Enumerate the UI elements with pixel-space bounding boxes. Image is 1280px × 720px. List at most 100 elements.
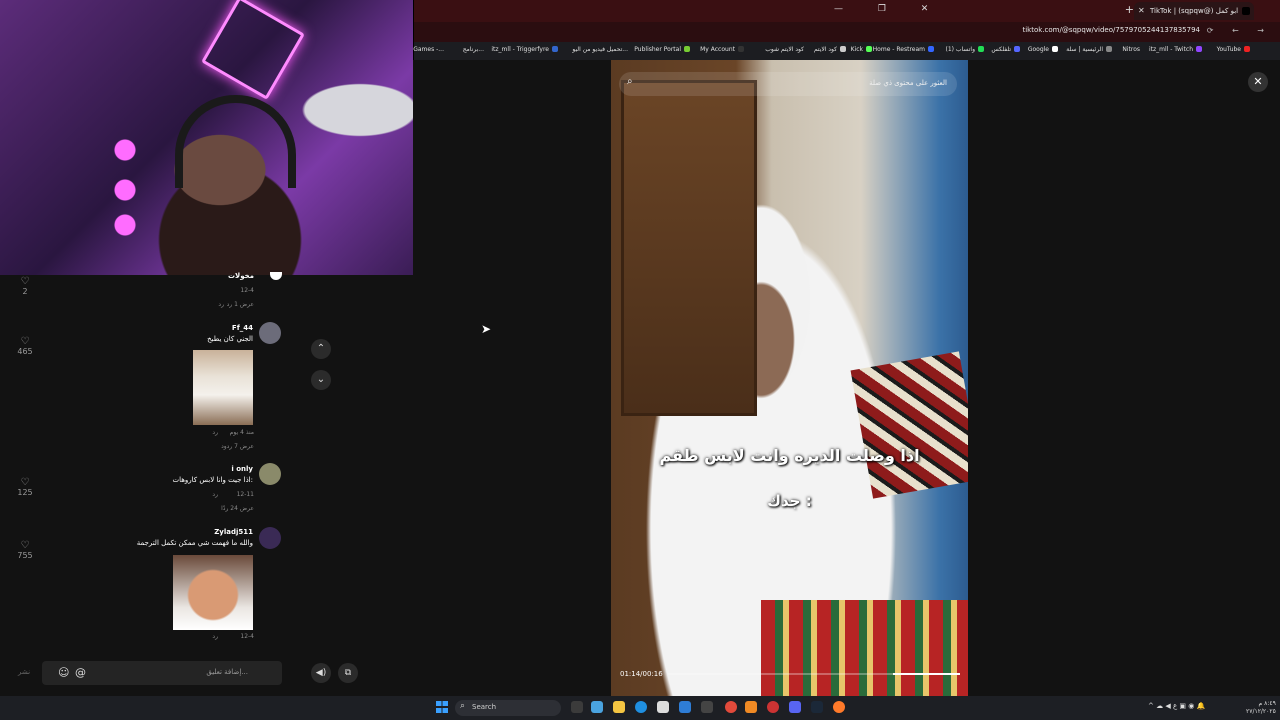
tiktok-icon xyxy=(1242,7,1250,15)
bookmark-my-account[interactable]: My Account xyxy=(700,46,744,53)
tab-title: TikTok | (sqpqw@) ابو كمل xyxy=(1150,7,1239,15)
edge-icon[interactable] xyxy=(635,701,647,713)
like-count: 465 xyxy=(17,347,33,356)
clock[interactable]: ٨:٤٩ م ٢٧/١٢/٢٠٢٥ xyxy=(1246,700,1276,716)
bookmark-salla[interactable]: الرئيسية | سلة xyxy=(1066,46,1112,53)
headset xyxy=(175,95,296,188)
related-search-input[interactable]: ⌕ العثور على محتوى ذي صلة xyxy=(619,72,957,96)
post-button[interactable]: نشر xyxy=(18,668,30,676)
app-icon[interactable] xyxy=(745,701,757,713)
mention-icon[interactable]: @ xyxy=(75,666,86,679)
app-icon[interactable] xyxy=(767,701,779,713)
comment-reply[interactable]: رد xyxy=(212,491,218,498)
mouse-cursor-icon: ➤ xyxy=(481,322,492,336)
taskbar-search[interactable] xyxy=(455,700,561,716)
url-field[interactable]: tiktok.com/@sqpqw/video/7579705244137835… xyxy=(1022,26,1200,34)
language-indicator[interactable]: ع xyxy=(1173,702,1177,710)
comment-reply[interactable]: رد xyxy=(212,633,218,640)
bookmark-restream[interactable]: Home - Restream xyxy=(873,46,934,53)
app-icon[interactable] xyxy=(833,701,845,713)
webcam-overlay xyxy=(0,0,413,275)
mini-player-button[interactable]: ⧉ xyxy=(338,663,358,683)
avatar[interactable] xyxy=(259,527,281,549)
comment-placeholder: إضافة تعليق... xyxy=(206,668,248,676)
bookmark-publisher-portal[interactable]: Publisher Portal xyxy=(634,46,690,53)
video-door xyxy=(621,80,757,416)
next-video-button[interactable]: ⌄ xyxy=(311,370,331,390)
comment-input[interactable]: إضافة تعليق... ☺ @ xyxy=(42,661,282,685)
bookmark-video-download[interactable]: تحميل فيديو من اليو... xyxy=(572,46,628,53)
heart-icon: ♡ xyxy=(20,540,30,551)
comment-reply[interactable]: رد xyxy=(212,429,218,436)
bookmark-triggerfyre[interactable]: itz_mll - Triggerfyre xyxy=(491,46,558,53)
discord-icon[interactable] xyxy=(789,701,801,713)
heart-icon: ♡ xyxy=(20,276,30,287)
like-button[interactable]: ♡ 755 xyxy=(10,540,40,560)
like-button[interactable]: ♡ 2 xyxy=(10,276,40,296)
bookmark-kick[interactable]: Kick xyxy=(851,46,872,53)
avatar[interactable] xyxy=(259,463,281,485)
view-replies[interactable]: عرض 24 ردًا xyxy=(221,505,254,512)
comment-author[interactable]: Zyladj511 xyxy=(214,528,253,536)
video-pillow xyxy=(850,351,968,499)
bookmark-telfix[interactable]: تلفلكس xyxy=(991,46,1020,53)
comment-author[interactable]: Ff_44 xyxy=(232,324,253,332)
comment-image[interactable] xyxy=(173,555,253,630)
bookmark-nitros[interactable]: Nitros xyxy=(1122,46,1140,53)
close-icon: ✕ xyxy=(1253,75,1263,88)
comment-text: والله ما فهمت شي ممكن تكمل الترجمة xyxy=(136,539,253,547)
chrome-icon[interactable] xyxy=(725,701,737,713)
settings-icon[interactable] xyxy=(701,701,713,713)
comment-date: 12-11 xyxy=(236,491,254,498)
clock-time: ٨:٤٩ م xyxy=(1258,700,1276,707)
previous-video-button[interactable]: ⌃ xyxy=(311,339,331,359)
windows-start-icon[interactable] xyxy=(436,701,448,713)
view-replies[interactable]: عرض 7 ردود xyxy=(221,443,254,450)
window-controls[interactable]: — ❐ ✕ xyxy=(834,4,944,14)
mini-player-icon: ⧉ xyxy=(344,668,352,678)
new-tab-button[interactable]: + xyxy=(1125,3,1134,16)
taskbar-search-label: Search xyxy=(472,703,497,711)
bookmark-youtube[interactable]: YouTube xyxy=(1217,46,1250,53)
like-button[interactable]: ♡ 465 xyxy=(10,336,40,356)
bookmarks-bar: YouTube itz_mll - Twitch Nitros الرئيسية… xyxy=(399,42,1280,60)
bookmark-item-code[interactable]: كود الايتم xyxy=(814,46,846,53)
mail-icon[interactable] xyxy=(679,701,691,713)
close-button[interactable]: ✕ xyxy=(1248,72,1268,92)
copilot-icon[interactable] xyxy=(591,701,603,713)
clock-date: ٢٧/١٢/٢٠٢٥ xyxy=(1246,708,1276,715)
chevron-down-icon: ⌄ xyxy=(316,374,326,385)
bookmark-program[interactable]: برنامج... xyxy=(463,46,484,53)
nav-icons[interactable]: ⟳ ← → xyxy=(1207,26,1272,35)
bookmark-item-shop[interactable]: كود الايتم شوب xyxy=(765,46,804,53)
view-replies[interactable]: عرض 1 رد xyxy=(227,301,254,308)
store-icon[interactable] xyxy=(657,701,669,713)
browser-tab-tiktok[interactable]: ✕ TikTok | (sqpqw@) ابو كمل xyxy=(1134,2,1254,20)
emoji-icon[interactable]: ☺ xyxy=(58,666,69,679)
task-view-icon[interactable] xyxy=(571,701,583,713)
tab-close-icon[interactable]: ✕ xyxy=(1138,2,1145,20)
address-bar: tiktok.com/@sqpqw/video/7579705244137835… xyxy=(414,22,1280,42)
comment-image[interactable] xyxy=(193,350,253,425)
file-explorer-icon[interactable] xyxy=(613,701,625,713)
comment-text: اذا جيت وانا لابس كاروهات: xyxy=(172,476,254,484)
volume-button[interactable]: ◀) xyxy=(311,663,331,683)
comment-author[interactable]: i only xyxy=(231,465,253,473)
neon-light xyxy=(201,0,305,100)
avatar[interactable] xyxy=(259,322,281,344)
comment-author[interactable]: مخولات xyxy=(228,272,254,280)
bookmark-whatsapp[interactable]: (1) واتساب xyxy=(946,46,984,53)
like-button[interactable]: ♡ 125 xyxy=(10,477,40,497)
video-player[interactable] xyxy=(611,60,968,696)
video-time: 01:14/00:16 xyxy=(620,670,663,678)
like-count: 2 xyxy=(22,287,28,296)
like-count: 755 xyxy=(17,551,33,560)
steam-icon[interactable] xyxy=(811,701,823,713)
bookmark-twitch[interactable]: itz_mll - Twitch xyxy=(1149,46,1202,53)
comment-date: 12-4 xyxy=(240,633,254,640)
comment-date: 12-4 xyxy=(240,287,254,294)
bookmark-google[interactable]: Google xyxy=(1028,46,1058,53)
system-tray[interactable]: ^ ☁ ◀ ع ▣ ◉ 🔔 xyxy=(1148,702,1205,710)
comment-reply[interactable]: رد xyxy=(218,301,224,308)
comment-text: الجني كان يطبخ xyxy=(207,335,253,343)
